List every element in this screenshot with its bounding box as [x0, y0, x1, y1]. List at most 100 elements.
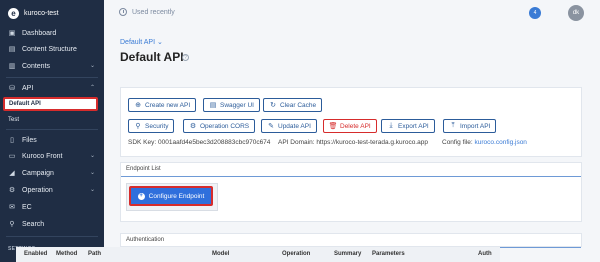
export-api-button[interactable]: ⤓ Export API [381, 119, 435, 133]
sidebar-item-api[interactable]: ⛁ API ⌃ [0, 80, 104, 96]
button-label: Security [145, 122, 169, 130]
configure-endpoint-button[interactable]: + Configure Endpoint [129, 186, 213, 206]
api-domain-label: API Domain: [278, 139, 315, 146]
sidebar-item-label: Files [22, 136, 37, 144]
content-structure-icon: ▤ [8, 46, 16, 53]
search-icon: ⚲ [9, 221, 15, 228]
avatar[interactable]: dk [568, 5, 584, 21]
breadcrumb[interactable]: Default API ⌄ [120, 38, 163, 46]
sidebar-item-campaign[interactable]: ◢ Campaign ⌄ [0, 165, 104, 181]
sidebar-item-files[interactable]: ▯ Files [0, 132, 104, 148]
button-label: Import API [460, 122, 491, 130]
authentication-heading: Authentication [121, 234, 581, 248]
column-enabled: Enabled [24, 251, 48, 257]
ec-icon: ✉ [9, 204, 15, 211]
plus-icon: + [137, 192, 145, 200]
operation-icon: ⚙ [8, 187, 16, 194]
sidebar-item-label: Operation [22, 186, 53, 194]
sidebar-item-label: EC [22, 203, 32, 211]
chevron-down-icon: ⌄ [156, 39, 163, 46]
trash-icon: 🗑 [328, 123, 338, 130]
update-api-button[interactable]: ✎ Update API [261, 119, 317, 133]
sidebar-item-label: Contents [22, 62, 51, 70]
sidebar-item-label: Campaign [22, 169, 54, 177]
swagger-ui-button[interactable]: ▤ Swagger UI [203, 98, 260, 112]
download-icon: ⤓ [389, 122, 393, 129]
column-method: Method [56, 251, 78, 257]
sidebar-item-ec[interactable]: ✉ EC [0, 199, 104, 215]
endpoint-list-heading: Endpoint List [121, 163, 581, 177]
top-bar: Used recently 4 dk [104, 0, 600, 28]
column-operation: Operation [282, 251, 311, 257]
used-recently[interactable]: Used recently [119, 8, 175, 16]
chevron-down-icon: ⌄ [89, 63, 95, 69]
config-file-link[interactable]: kuroco.config.json [475, 139, 527, 146]
authentication-section: Authentication [120, 233, 582, 248]
sidebar-item-content-structure[interactable]: ▤ Content Structure [0, 41, 104, 57]
button-label: Operation CORS [200, 122, 250, 130]
column-path: Path [88, 251, 102, 257]
column-parameters: Parameters [372, 251, 405, 257]
configure-endpoint-box: + Configure Endpoint [126, 183, 218, 211]
sidebar-item-label: Kuroco Front [22, 152, 63, 160]
dashboard-icon: ▣ [8, 30, 16, 37]
clock-icon [119, 8, 127, 16]
api-domain-value: https://kuroco-test-terada.g.kuroco.app [316, 139, 428, 146]
config-file-label: Config file: [442, 139, 473, 146]
chevron-up-icon: ⌃ [89, 85, 95, 91]
config-file: Config file: kuroco.config.json [442, 139, 527, 146]
breadcrumb-label: Default API [120, 39, 156, 46]
api-icon: ⛁ [9, 85, 15, 92]
upload-icon: ⤒ [451, 122, 455, 129]
help-icon[interactable]: ? [182, 54, 189, 61]
clear-cache-button[interactable]: ↻ Clear Cache [263, 98, 323, 112]
column-summary: Summary [334, 251, 362, 257]
sidebar-header[interactable]: e kuroco-test [0, 0, 104, 26]
sdk-key: SDK Key: 0001aafd4e5bec3d208883cbc970c67… [128, 139, 270, 146]
refresh-icon: ↻ [270, 102, 276, 109]
column-model: Model [212, 251, 230, 257]
sidebar-divider [6, 129, 98, 130]
sdk-key-value: 0001aafd4e5bec3d208883cbc970c674 [158, 139, 271, 146]
sidebar-item-contents[interactable]: ▥ Contents ⌄ [0, 58, 104, 74]
kuroco-front-icon: ▭ [8, 153, 16, 160]
button-label: Clear Cache [280, 101, 317, 109]
sidebar-item-kuroco-front[interactable]: ▭ Kuroco Front ⌄ [0, 148, 104, 164]
sidebar-divider [6, 77, 98, 78]
button-label: Update API [278, 122, 311, 130]
endpoint-list-section: Endpoint List + Configure Endpoint [120, 162, 582, 222]
api-domain: API Domain: https://kuroco-test-terada.g… [278, 139, 428, 146]
sidebar-item-search[interactable]: ⚲ Search [0, 216, 104, 232]
sidebar: e kuroco-test ▣ Dashboard ▤ Content Stru… [0, 0, 104, 262]
document-icon: ▤ [209, 102, 217, 109]
chevron-down-icon: ⌄ [89, 170, 95, 176]
contents-icon: ▥ [8, 63, 16, 70]
operation-cors-button[interactable]: ⚙ Operation CORS [183, 119, 256, 133]
sidebar-item-label: Content Structure [22, 45, 77, 53]
chevron-down-icon: ⌄ [89, 187, 95, 193]
import-api-button[interactable]: ⤒ Import API [443, 119, 497, 133]
column-auth: Auth [478, 251, 492, 257]
api-actions-panel: ⊕ Create new API ▤ Swagger UI ↻ Clear Ca… [120, 87, 582, 157]
sidebar-subitem-default-api[interactable]: Default API [3, 97, 98, 111]
gears-icon: ⚙ [189, 123, 197, 130]
sidebar-item-dashboard[interactable]: ▣ Dashboard [0, 25, 104, 41]
sidebar-item-label: API [22, 84, 34, 92]
search-icon: ⚲ [135, 123, 141, 130]
button-label: Export API [398, 122, 429, 130]
chevron-down-icon: ⌄ [89, 153, 95, 159]
button-label: Create new API [145, 101, 191, 109]
button-label: Delete API [340, 122, 371, 130]
files-icon: ▯ [10, 137, 14, 144]
button-label: Configure Endpoint [148, 192, 205, 200]
sdk-key-label: SDK Key: [128, 139, 157, 146]
security-button[interactable]: ⚲ Security [128, 119, 175, 133]
sidebar-item-operation[interactable]: ⚙ Operation ⌄ [0, 182, 104, 198]
sidebar-divider [6, 236, 98, 237]
sidebar-subitem-test[interactable]: Test [0, 113, 104, 127]
notification-badge[interactable]: 4 [529, 7, 541, 19]
used-recently-label: Used recently [132, 8, 175, 16]
campaign-icon: ◢ [9, 170, 15, 177]
delete-api-button[interactable]: 🗑 Delete API [323, 119, 377, 133]
create-new-api-button[interactable]: ⊕ Create new API [128, 98, 197, 112]
